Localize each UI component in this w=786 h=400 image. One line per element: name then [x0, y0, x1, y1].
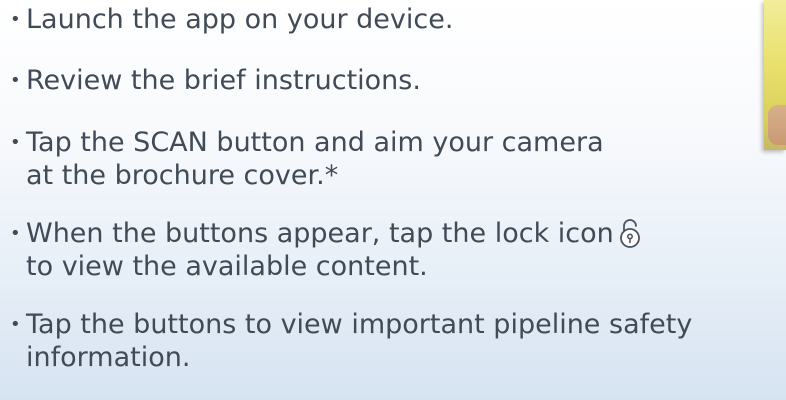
- instruction-line: • Launch the app on your device.: [10, 3, 453, 36]
- instruction-line: • When the buttons appear, tap the lock i…: [10, 217, 642, 250]
- instruction-text: Review the brief instructions.: [26, 65, 421, 96]
- instruction-item-scan: • Tap the SCAN button and aim your camera…: [10, 126, 604, 192]
- bullet-icon: •: [10, 9, 21, 30]
- instruction-line: to view the available content.: [10, 250, 642, 283]
- instruction-text: Tap the buttons to view important pipeli…: [26, 309, 693, 340]
- instruction-text: to view the available content.: [26, 251, 428, 282]
- instruction-text: When the buttons appear, tap the lock ic…: [26, 218, 614, 249]
- instruction-line: • Tap the buttons to view important pipel…: [10, 308, 692, 341]
- instruction-item-launch: • Launch the app on your device.: [10, 3, 453, 36]
- instruction-item-review: • Review the brief instructions.: [10, 64, 421, 97]
- bullet-icon: •: [10, 132, 21, 153]
- bullet-icon: •: [10, 223, 21, 244]
- photo-fragment: [764, 0, 786, 150]
- bullet-icon: •: [10, 314, 21, 335]
- instruction-line: information.: [10, 341, 692, 374]
- instruction-item-lock: • When the buttons appear, tap the lock i…: [10, 217, 642, 283]
- instruction-line: • Review the brief instructions.: [10, 64, 421, 97]
- instruction-text: information.: [26, 342, 191, 373]
- instruction-text: Tap the SCAN button and aim your camera: [26, 127, 604, 158]
- instruction-line: at the brochure cover.*: [10, 159, 604, 192]
- instruction-text: at the brochure cover.*: [26, 160, 339, 191]
- instruction-item-buttons: • Tap the buttons to view important pipel…: [10, 308, 692, 374]
- bullet-icon: •: [10, 70, 21, 91]
- lock-icon: [619, 219, 640, 248]
- instruction-line: • Tap the SCAN button and aim your camera: [10, 126, 604, 159]
- instruction-text: Launch the app on your device.: [26, 4, 454, 35]
